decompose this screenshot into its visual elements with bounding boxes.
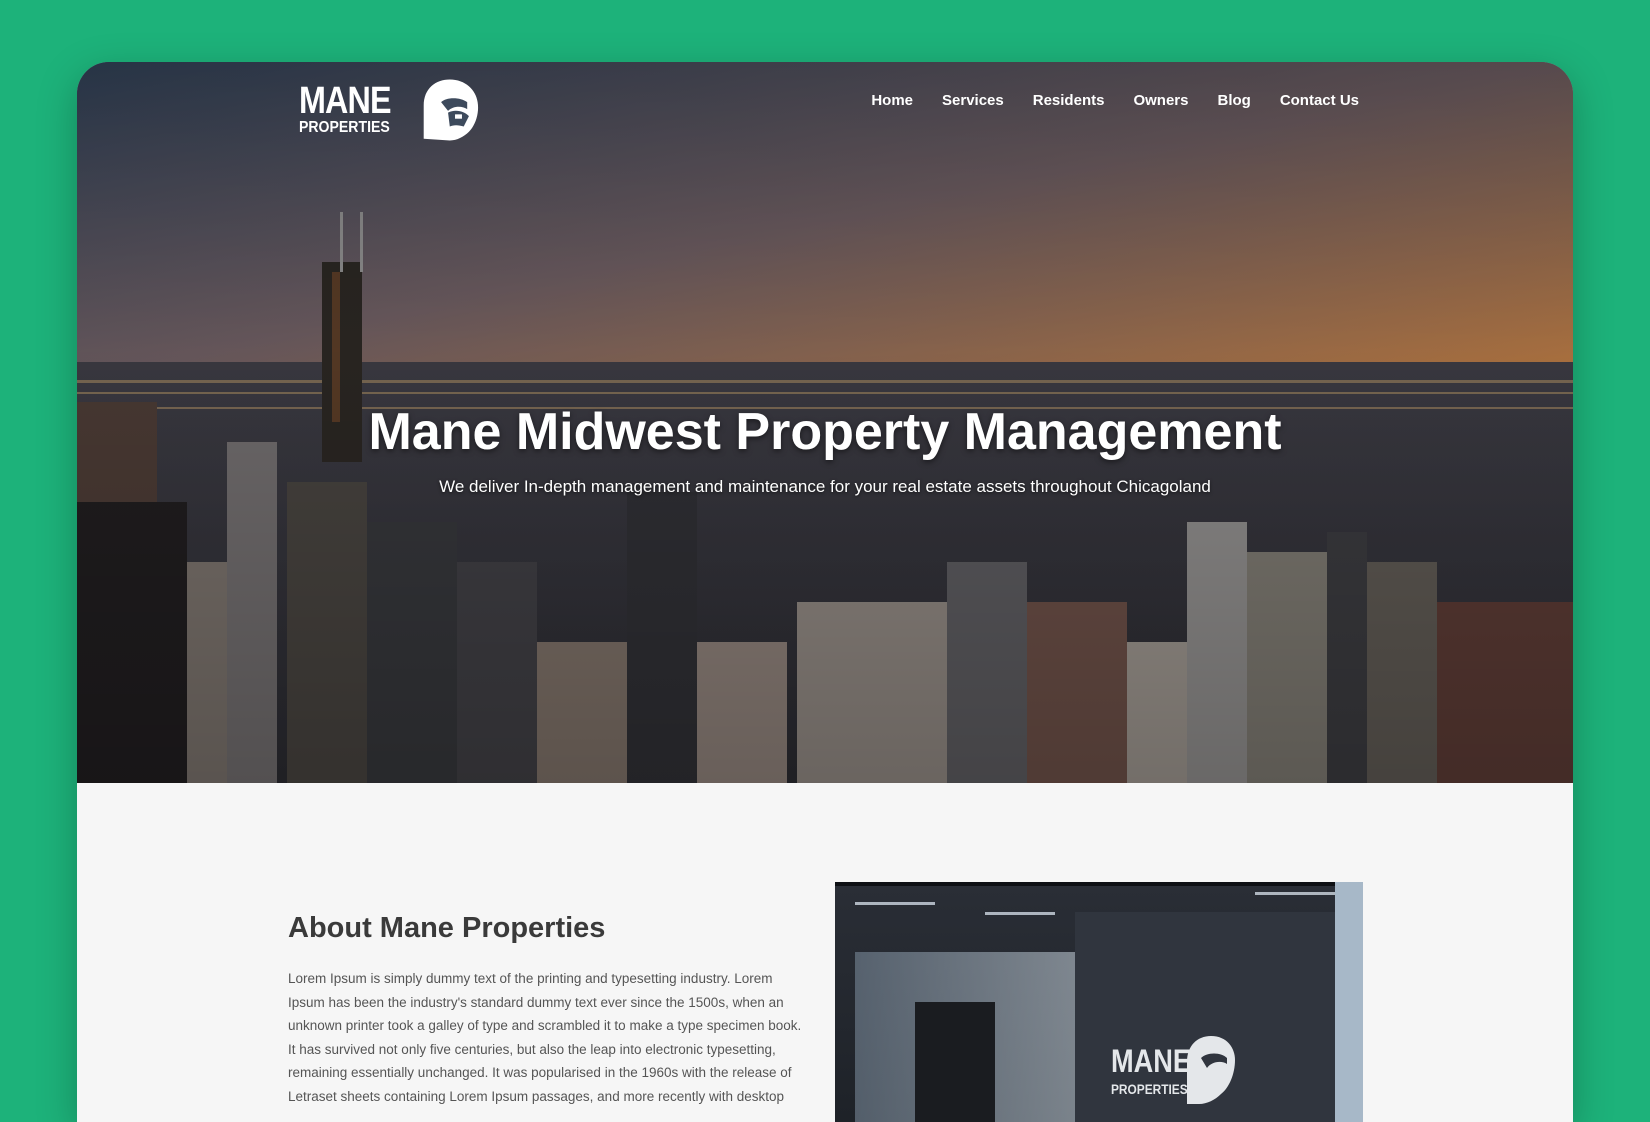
about-body: Lorem Ipsum is simply dummy text of the …	[288, 971, 802, 1104]
hero-title: Mane Midwest Property Management	[368, 403, 1282, 461]
main-nav: Home Services Residents Owners Blog Cont…	[871, 92, 1359, 109]
brand-logo[interactable]: MANE PROPERTIES	[299, 70, 481, 150]
nav-owners[interactable]: Owners	[1133, 92, 1188, 109]
office-lobby-illustration: MANE PROPERTIES	[835, 882, 1363, 1122]
wall-sign-subtitle: PROPERTIES	[1111, 1081, 1188, 1097]
nav-blog[interactable]: Blog	[1217, 92, 1250, 109]
browser-window: MANE PROPERTIES Home Services Residents …	[77, 62, 1573, 1122]
office-lobby-image: MANE PROPERTIES	[835, 882, 1363, 1122]
lion-head-icon	[423, 79, 478, 141]
logo-wordmark: MANE PROPERTIES	[299, 80, 407, 137]
logo-name: MANE	[299, 80, 392, 122]
hero-subtitle: We deliver In-depth management and maint…	[439, 477, 1211, 496]
wall-sign-name: MANE	[1111, 1044, 1191, 1080]
nav-services[interactable]: Services	[942, 92, 1004, 109]
logo-subtitle: PROPERTIES	[299, 119, 390, 136]
wall-sign-logo: MANE PROPERTIES	[1111, 1036, 1235, 1104]
hero-section: MANE PROPERTIES Home Services Residents …	[77, 62, 1573, 783]
nav-home[interactable]: Home	[871, 92, 913, 109]
nav-contact-us[interactable]: Contact Us	[1280, 92, 1359, 109]
about-title: About Mane Properties	[288, 912, 606, 944]
nav-residents[interactable]: Residents	[1033, 92, 1105, 109]
